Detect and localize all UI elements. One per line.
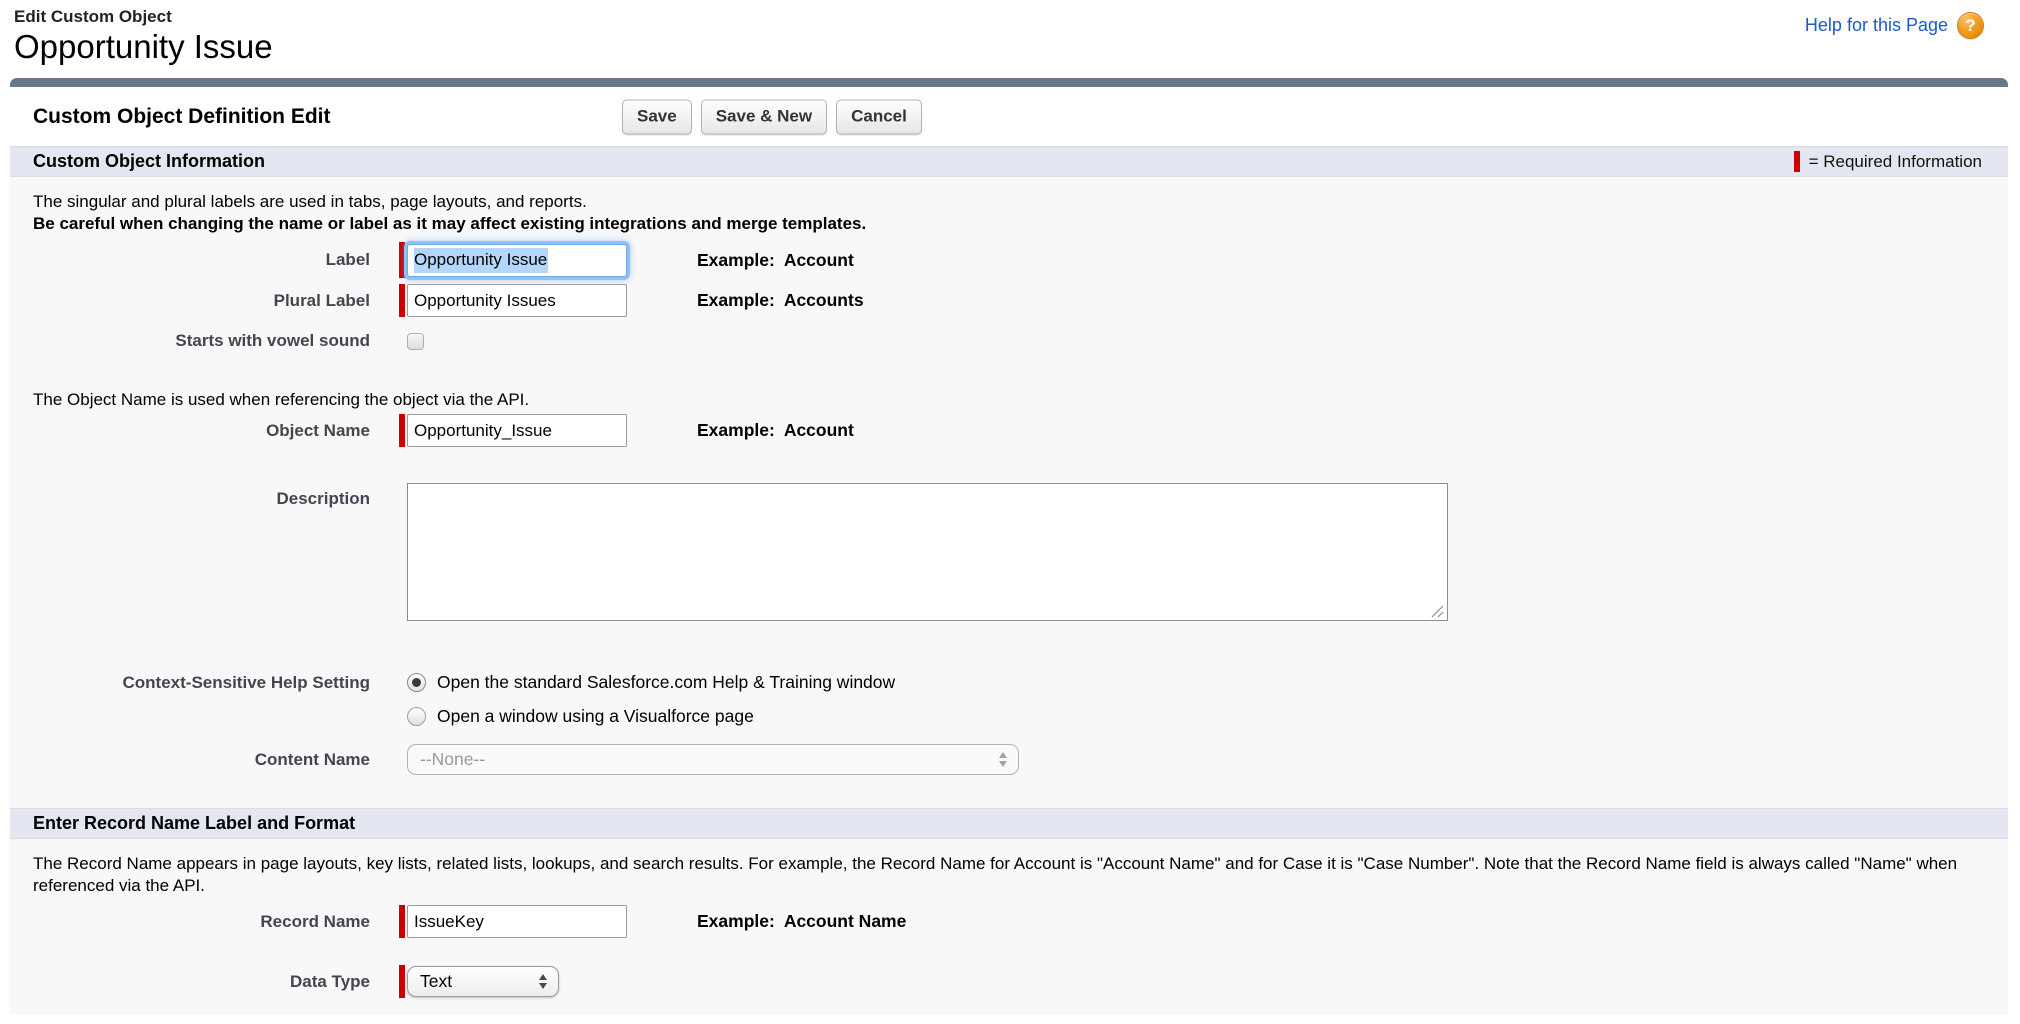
section-header-record-name: Enter Record Name Label and Format — [10, 808, 2008, 839]
description-textarea[interactable] — [407, 483, 1448, 621]
radio-unselected-icon[interactable] — [407, 707, 426, 726]
breadcrumb: Edit Custom Object — [14, 7, 2006, 27]
help-area: Help for this Page ? — [1805, 12, 1984, 39]
page-title: Opportunity Issue — [14, 29, 2006, 65]
save-button[interactable]: Save — [622, 99, 692, 134]
object-name-input[interactable] — [407, 414, 627, 447]
label-example: Example:Account — [697, 250, 854, 271]
section-title: Custom Object Information — [33, 151, 265, 172]
panel-top-border — [10, 78, 2008, 87]
select-stepper-icon — [999, 752, 1007, 767]
description-field-row: Description — [10, 483, 2008, 626]
record-name-input[interactable] — [407, 905, 627, 938]
required-red-bar-icon — [399, 905, 405, 938]
panel-title-row: Custom Object Definition Edit Save Save … — [10, 87, 2008, 146]
data-type-select-value: Text — [420, 971, 452, 992]
help-setting-option-visualforce-label: Open a window using a Visualforce page — [437, 706, 754, 727]
intro-line-1: The singular and plural labels are used … — [33, 191, 1968, 213]
select-stepper-icon — [539, 974, 547, 989]
help-setting-field-label: Context-Sensitive Help Setting — [10, 672, 370, 693]
data-type-field-row: Data Type Text — [10, 965, 2008, 998]
record-name-example: Example:Account Name — [697, 911, 906, 932]
required-legend-text: = Required Information — [1809, 152, 1982, 172]
content-name-field-row: Content Name --None-- — [10, 744, 2008, 775]
custom-object-information-body: The singular and plural labels are used … — [10, 177, 2008, 839]
help-setting-option-visualforce[interactable]: Open a window using a Visualforce page — [407, 706, 754, 727]
help-setting-option-standard-label: Open the standard Salesforce.com Help & … — [437, 672, 895, 693]
object-name-note: The Object Name is used when referencing… — [33, 389, 1968, 411]
label-field-row: Label Opportunity Issue Example:Account — [10, 242, 2008, 278]
plural-label-field-label: Plural Label — [10, 291, 370, 311]
vowel-sound-field-row: Starts with vowel sound — [10, 331, 2008, 351]
custom-object-edit-panel: Custom Object Definition Edit Save Save … — [10, 78, 2008, 1014]
intro-line-2: Be careful when changing the name or lab… — [33, 213, 1968, 235]
help-setting-field-row: Context-Sensitive Help Setting Open the … — [10, 672, 2008, 727]
record-name-field-label: Record Name — [10, 912, 370, 932]
plural-label-field-row: Plural Label Example:Accounts — [10, 284, 2008, 317]
label-input-selected-text: Opportunity Issue — [414, 248, 548, 273]
panel-title: Custom Object Definition Edit — [33, 105, 331, 129]
section-title: Enter Record Name Label and Format — [33, 813, 355, 834]
content-name-select-value: --None-- — [420, 749, 485, 770]
vowel-sound-field-label: Starts with vowel sound — [10, 331, 370, 351]
section-header-custom-object-information: Custom Object Information = Required Inf… — [10, 146, 2008, 177]
vowel-sound-checkbox[interactable] — [407, 333, 424, 350]
required-red-bar-icon — [399, 242, 405, 278]
record-name-field-row: Record Name Example:Account Name — [10, 905, 2008, 938]
content-name-select: --None-- — [407, 744, 1019, 775]
data-type-field-label: Data Type — [10, 972, 370, 992]
action-button-group: Save Save & New Cancel — [622, 99, 922, 134]
object-name-field-label: Object Name — [10, 421, 370, 441]
record-name-body: The Record Name appears in page layouts,… — [10, 839, 2008, 1014]
help-for-this-page-link[interactable]: Help for this Page — [1805, 15, 1948, 36]
object-name-example: Example:Account — [697, 420, 854, 441]
object-name-field-row: Object Name Example:Account — [10, 414, 2008, 447]
radio-selected-icon[interactable] — [407, 673, 426, 692]
required-red-bar-icon — [399, 965, 405, 998]
required-information-legend: = Required Information — [1794, 151, 1982, 172]
content-name-field-label: Content Name — [10, 750, 370, 770]
record-name-intro: The Record Name appears in page layouts,… — [33, 853, 1968, 897]
label-input[interactable]: Opportunity Issue — [407, 244, 627, 277]
required-red-bar-icon — [399, 414, 405, 447]
save-and-new-button[interactable]: Save & New — [701, 99, 827, 134]
data-type-select[interactable]: Text — [407, 966, 559, 997]
required-red-bar-icon — [1794, 151, 1800, 172]
help-question-icon[interactable]: ? — [1957, 12, 1984, 39]
required-red-bar-icon — [399, 284, 405, 317]
plural-label-example: Example:Accounts — [697, 290, 864, 311]
description-field-label: Description — [10, 483, 370, 509]
plural-label-input[interactable] — [407, 284, 627, 317]
label-field-label: Label — [10, 250, 370, 270]
help-setting-option-standard[interactable]: Open the standard Salesforce.com Help & … — [407, 672, 895, 693]
page-header: Edit Custom Object Opportunity Issue Hel… — [0, 0, 2020, 78]
cancel-button[interactable]: Cancel — [836, 99, 922, 134]
